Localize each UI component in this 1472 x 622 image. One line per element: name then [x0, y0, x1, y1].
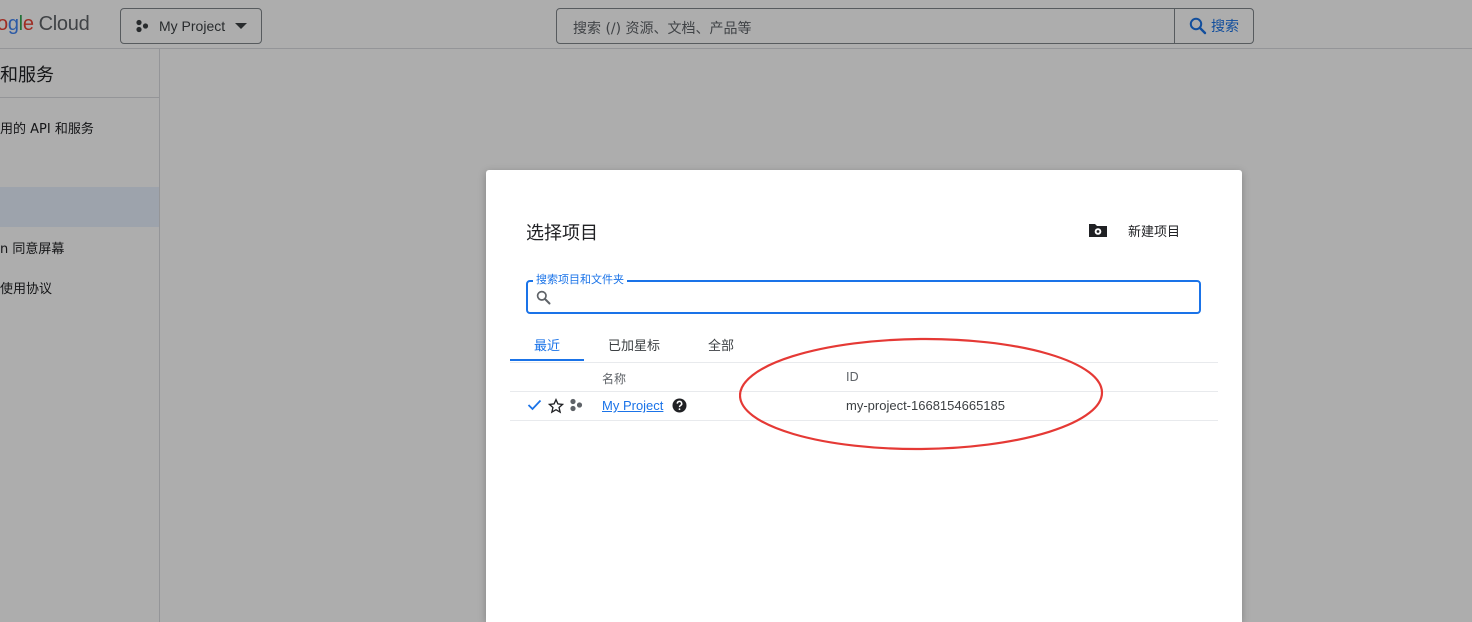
dialog-title: 选择项目 [526, 223, 598, 244]
folder-settings-icon [1089, 224, 1107, 237]
tab-all[interactable]: 全部 [708, 335, 734, 354]
project-search-field[interactable]: 搜索项目和文件夹 [526, 273, 1201, 314]
project-search-label: 搜索项目和文件夹 [533, 273, 627, 287]
annotation-ellipse [739, 337, 1104, 451]
new-project-button[interactable]: 新建项目 [1088, 220, 1180, 240]
check-icon [527, 399, 542, 411]
active-tab-indicator [510, 359, 584, 361]
tab-starred[interactable]: 已加星标 [608, 335, 660, 354]
column-header-name[interactable]: 名称 [602, 370, 626, 387]
new-project-label: 新建项目 [1128, 224, 1181, 240]
help-circle-icon[interactable] [672, 398, 687, 413]
search-icon [536, 290, 551, 305]
tab-recent[interactable]: 最近 [534, 335, 560, 354]
project-name-link[interactable]: My Project [602, 398, 663, 413]
star-outline-icon[interactable] [548, 398, 564, 414]
hub-icon [570, 398, 583, 412]
